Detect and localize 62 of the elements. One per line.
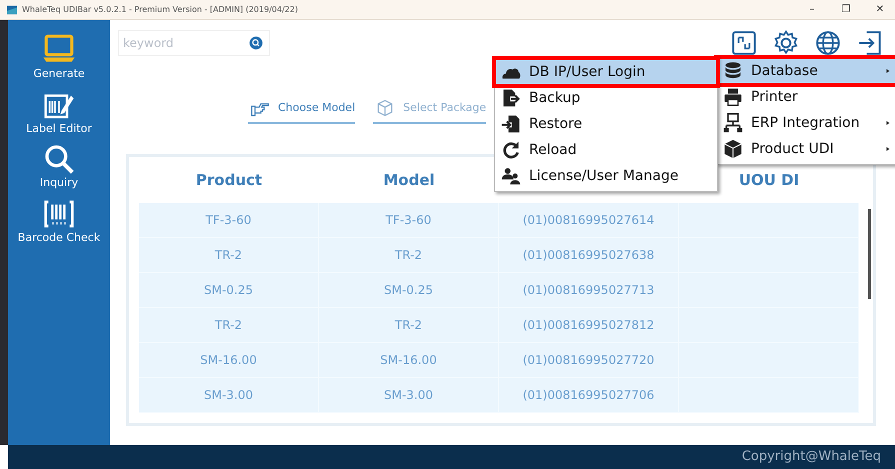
table-cell: (01)00816995027706 — [499, 378, 679, 413]
table-cell: (01)00816995027638 — [499, 238, 679, 273]
window-title: WhaleTeq UDIBar v5.0.2.1 - Premium Version - [ADMIN] (2019/04/22) — [22, 4, 299, 16]
table-cell: TF-3-60 — [319, 203, 499, 238]
column-header: Product — [194, 170, 264, 191]
table-cell: TR-2 — [319, 308, 499, 343]
menu-item[interactable]: Backup — [495, 85, 717, 111]
table-cell: SM-3.00 — [139, 378, 319, 413]
menu-item[interactable]: ERP Integration — [717, 110, 895, 136]
submenu-arrow-icon — [885, 67, 891, 75]
file-export-icon — [501, 88, 521, 108]
sidebar-item[interactable]: Barcode Check — [18, 198, 100, 246]
cube-icon — [723, 139, 743, 159]
table-cell: (01)00816995027812 — [499, 308, 679, 343]
table-cell: TR-2 — [139, 308, 319, 343]
toolbar-button[interactable] — [773, 30, 799, 56]
menu-item[interactable]: Restore — [495, 111, 717, 137]
table-cell: TF-3-60 — [139, 203, 319, 238]
column-header: UOU DI — [738, 170, 800, 191]
network-icon — [723, 113, 743, 133]
maximize-button[interactable]: ❐ — [831, 2, 861, 17]
toolbar-button[interactable] — [857, 30, 883, 56]
copyright-text: Copyright@WhaleTeq — [742, 448, 881, 466]
submenu-arrow-icon — [885, 145, 891, 153]
menu-item[interactable]: DB IP/User Login — [495, 59, 717, 85]
menu-item[interactable]: Reload — [495, 137, 717, 163]
reload-icon — [501, 140, 521, 160]
table-cell: SM-16.00 — [139, 343, 319, 378]
printer-icon — [723, 87, 743, 107]
menu-item[interactable]: Product UDI — [717, 136, 895, 162]
file-import-icon — [501, 114, 521, 134]
database-icon — [723, 61, 743, 81]
app-logo-icon — [6, 4, 18, 14]
submenu-arrow-icon — [885, 119, 891, 127]
search-field[interactable]: keyword — [118, 30, 270, 56]
table-cell: (01)00816995027614 — [499, 203, 679, 238]
search-icon — [249, 36, 263, 50]
logout-icon — [857, 30, 883, 56]
device-icon — [731, 30, 757, 56]
settings-icon — [773, 30, 799, 56]
close-button[interactable]: ✕ — [865, 2, 895, 17]
step-label[interactable]: Choose Model — [278, 100, 356, 116]
toolbar-button[interactable] — [815, 30, 841, 56]
table-cell: (01)00816995027720 — [499, 343, 679, 378]
menu-item[interactable]: Database — [717, 58, 895, 84]
users-icon — [501, 166, 521, 186]
table-cell: TR-2 — [319, 238, 499, 273]
scrollbar[interactable] — [868, 209, 871, 299]
table-cell: TR-2 — [139, 238, 319, 273]
table-cell: SM-16.00 — [319, 343, 499, 378]
sidebar-item[interactable]: Label Editor — [26, 88, 92, 137]
sidebar-item[interactable]: Generate — [33, 32, 85, 82]
globe-icon — [815, 30, 841, 56]
toolbar-button[interactable] — [731, 30, 757, 56]
table-cell: (01)00816995027713 — [499, 273, 679, 308]
table-cell: SM-0.25 — [139, 273, 319, 308]
menu-item[interactable]: License/User Manage — [495, 163, 717, 189]
column-header: Model — [382, 170, 436, 191]
table-cell: SM-0.25 — [319, 273, 499, 308]
sidebar-item[interactable]: Inquiry — [40, 143, 78, 192]
table-cell: SM-3.00 — [319, 378, 499, 413]
minimize-button[interactable]: – — [797, 2, 827, 17]
